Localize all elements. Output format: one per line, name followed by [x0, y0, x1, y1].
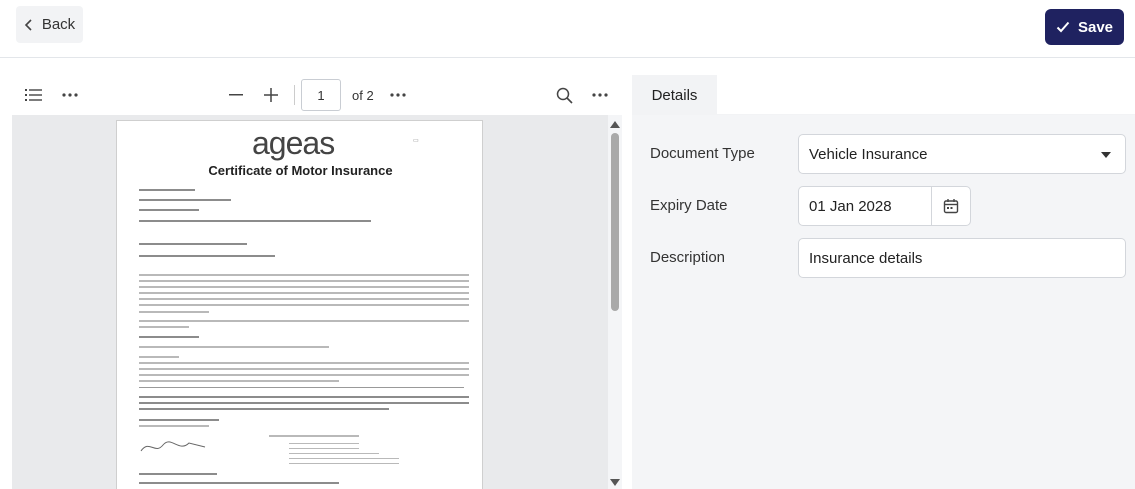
- more-icon[interactable]: [59, 84, 81, 106]
- toolbar-separator: [294, 85, 295, 105]
- description-label: Description: [650, 249, 726, 266]
- zoom-out-icon[interactable]: [225, 84, 247, 106]
- caret-down-icon: [1101, 152, 1111, 158]
- document-type-label: Document Type: [650, 145, 755, 162]
- scroll-down-arrow-icon[interactable]: [610, 479, 620, 486]
- save-button[interactable]: Save: [1045, 9, 1124, 45]
- document-type-value: Vehicle Insurance: [809, 145, 928, 163]
- top-bar: Back Save: [0, 0, 1135, 58]
- zoom-in-icon[interactable]: [260, 84, 282, 106]
- document-page: ageas ▭ Certificate of Motor Insurance: [116, 120, 483, 489]
- expiry-date-label: Expiry Date: [650, 197, 728, 214]
- search-icon[interactable]: [553, 84, 575, 106]
- description-input[interactable]: Insurance details: [798, 238, 1126, 278]
- details-form: Document Type Vehicle Insurance Expiry D…: [632, 115, 1135, 489]
- tab-details[interactable]: Details: [632, 75, 717, 115]
- document-logo: ageas: [252, 125, 335, 161]
- document-canvas[interactable]: ageas ▭ Certificate of Motor Insurance: [12, 115, 608, 489]
- details-panel: Details Document Type Vehicle Insurance …: [632, 74, 1135, 489]
- more-icon[interactable]: [589, 84, 611, 106]
- check-icon: [1056, 21, 1070, 33]
- calendar-icon: [943, 199, 959, 214]
- scroll-thumb[interactable]: [611, 133, 619, 311]
- back-button-label: Back: [41, 16, 76, 33]
- back-button[interactable]: Back: [16, 6, 83, 43]
- document-code: ▭: [413, 138, 419, 144]
- document-viewer: of 2 ageas ▭ Certificate of Motor Insura…: [12, 74, 622, 489]
- expiry-date-input[interactable]: 01 Jan 2028: [798, 186, 932, 226]
- more-icon[interactable]: [387, 84, 409, 106]
- page-number-input[interactable]: [301, 79, 341, 111]
- viewer-scrollbar[interactable]: [608, 115, 622, 489]
- viewer-toolbar: of 2: [12, 74, 622, 115]
- chevron-left-icon: [24, 18, 32, 31]
- save-button-label: Save: [1077, 18, 1114, 36]
- document-title: Certificate of Motor Insurance: [208, 163, 393, 178]
- expiry-date-value: 01 Jan 2028: [809, 197, 892, 215]
- calendar-button[interactable]: [931, 186, 971, 226]
- description-value: Insurance details: [809, 249, 923, 267]
- page-count-label: of 2: [352, 88, 374, 103]
- scroll-up-arrow-icon[interactable]: [610, 121, 620, 128]
- list-icon[interactable]: [23, 84, 45, 106]
- document-type-select[interactable]: Vehicle Insurance: [798, 134, 1126, 174]
- signature-mark: [140, 441, 206, 452]
